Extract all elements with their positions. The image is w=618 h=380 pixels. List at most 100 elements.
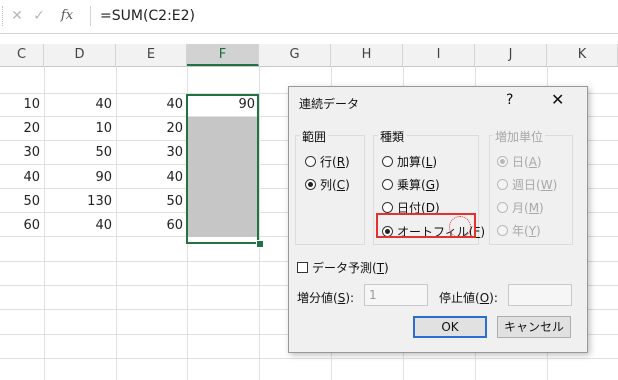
cell-e7[interactable]: 60	[116, 215, 187, 237]
cell-d5[interactable]: 90	[44, 167, 116, 189]
step-value-label: 増分値(S):	[297, 289, 354, 306]
step-value-input[interactable]: 1	[364, 284, 428, 306]
access-key: Y	[528, 223, 537, 238]
cell-e5[interactable]: 40	[116, 167, 187, 189]
column-header-row: C D E F G H I J K	[0, 44, 618, 67]
column-header-j[interactable]: J	[475, 44, 547, 66]
cancel-button[interactable]: キャンセル	[497, 316, 571, 338]
radio-suffix: )	[552, 177, 558, 192]
type-group-label: 種類	[378, 128, 407, 145]
radio-label: 月(	[512, 201, 529, 215]
unit-group-label: 増加単位	[493, 128, 546, 145]
radio-circle-checked	[497, 156, 508, 167]
radio-rows[interactable]: 行(R)	[305, 153, 350, 170]
column-header-k[interactable]: K	[547, 44, 618, 66]
formula-bar-grip	[2, 6, 5, 26]
close-icon[interactable]: ✕	[551, 90, 564, 109]
radio-circle	[497, 179, 508, 190]
radio-circle	[497, 202, 508, 213]
radio-growth[interactable]: 乗算(G)	[382, 176, 440, 193]
radio-circle	[497, 225, 508, 236]
radio-suffix: )	[480, 224, 486, 239]
radio-label: 日(	[512, 155, 529, 169]
access-key-highlight-circle	[449, 216, 471, 238]
cell-c4[interactable]: 30	[0, 142, 44, 164]
radio-suffix: )	[539, 200, 544, 215]
cell-d4[interactable]: 50	[44, 142, 116, 164]
ok-button[interactable]: OK	[413, 316, 487, 338]
cell-d2[interactable]: 40	[44, 94, 116, 116]
checkbox-box	[297, 262, 308, 273]
access-key: M	[528, 200, 540, 215]
column-header-g[interactable]: G	[259, 44, 331, 66]
dialog-title: 連続データ	[299, 97, 360, 111]
column-header-c[interactable]: C	[0, 44, 44, 66]
column-header-i[interactable]: I	[403, 44, 475, 66]
checkbox-label: データ予測(	[312, 261, 377, 275]
radio-label: 列(	[320, 178, 337, 192]
radio-circle	[382, 202, 393, 213]
column-header-e[interactable]: E	[116, 44, 187, 66]
radio-suffix: )	[345, 154, 350, 169]
radio-label: 年(	[512, 224, 529, 238]
radio-label: 加算(	[397, 155, 426, 169]
radio-suffix: )	[536, 154, 542, 169]
x-icon[interactable]: ✕	[8, 7, 26, 25]
selection-border	[186, 94, 259, 244]
help-icon[interactable]: ?	[506, 92, 513, 108]
access-key: T	[376, 260, 385, 275]
access-key: A	[528, 154, 537, 169]
radio-circle	[382, 179, 393, 190]
formula-bar: ✕ ✓ fx =SUM(C2:E2)	[0, 0, 618, 34]
radio-suffix: )	[536, 223, 541, 238]
formula-bar-divider	[90, 6, 91, 26]
cell-c6[interactable]: 50	[0, 191, 44, 213]
stop-value-label: 停止値(O):	[439, 289, 498, 306]
column-header-f[interactable]: F	[187, 44, 259, 66]
radio-suffix: )	[345, 177, 350, 192]
cell-e2[interactable]: 40	[116, 94, 187, 116]
radio-label: 週日(	[512, 178, 541, 192]
trend-checkbox[interactable]: データ予測(T)	[297, 259, 389, 276]
cell-c2[interactable]: 10	[0, 94, 44, 116]
insert-function-button[interactable]: fx	[58, 7, 76, 25]
step-label-text: 増分値(	[297, 291, 338, 305]
cell-d7[interactable]: 40	[44, 215, 116, 237]
stop-value-input[interactable]	[508, 284, 572, 306]
cell-e4[interactable]: 30	[116, 142, 187, 164]
radio-year[interactable]: 年(Y)	[497, 222, 541, 239]
stop-label-suffix: ):	[489, 291, 498, 305]
stop-label-text: 停止値(	[439, 291, 480, 305]
column-header-d[interactable]: D	[44, 44, 116, 66]
radio-weekday[interactable]: 週日(W)	[497, 176, 557, 193]
radio-day[interactable]: 日(A)	[497, 153, 542, 170]
fill-handle[interactable]	[256, 240, 264, 248]
cell-c5[interactable]: 40	[0, 167, 44, 189]
access-key: R	[336, 154, 346, 169]
cell-e6[interactable]: 50	[116, 191, 187, 213]
radio-suffix: )	[432, 154, 438, 169]
formula-input[interactable]: =SUM(C2:E2)	[100, 8, 195, 24]
cell-c7[interactable]: 60	[0, 215, 44, 237]
radio-linear[interactable]: 加算(L)	[382, 153, 437, 170]
access-key: W	[540, 177, 553, 192]
access-key: C	[336, 177, 346, 192]
radio-circle	[382, 156, 393, 167]
check-icon[interactable]: ✓	[30, 7, 48, 25]
cell-d3[interactable]: 10	[44, 118, 116, 140]
column-header-h[interactable]: H	[331, 44, 403, 66]
cell-c3[interactable]: 20	[0, 118, 44, 140]
radio-month[interactable]: 月(M)	[497, 199, 544, 216]
access-key: O	[479, 291, 490, 305]
step-label-suffix: ):	[345, 291, 355, 305]
cell-f2[interactable]: 90	[187, 94, 259, 116]
radio-circle-checked	[305, 179, 316, 190]
radio-label: 行(	[320, 155, 337, 169]
radio-columns[interactable]: 列(C)	[305, 176, 350, 193]
checkbox-suffix: )	[384, 260, 389, 275]
radio-label: 乗算(	[397, 178, 426, 192]
radio-circle	[305, 156, 316, 167]
series-dialog: 連続データ ? ✕ 範囲 行(R) 列(C) 種類 加算(L) 乗算(G) 日付…	[288, 86, 588, 353]
cell-d6[interactable]: 130	[44, 191, 116, 213]
cell-e3[interactable]: 20	[116, 118, 187, 140]
